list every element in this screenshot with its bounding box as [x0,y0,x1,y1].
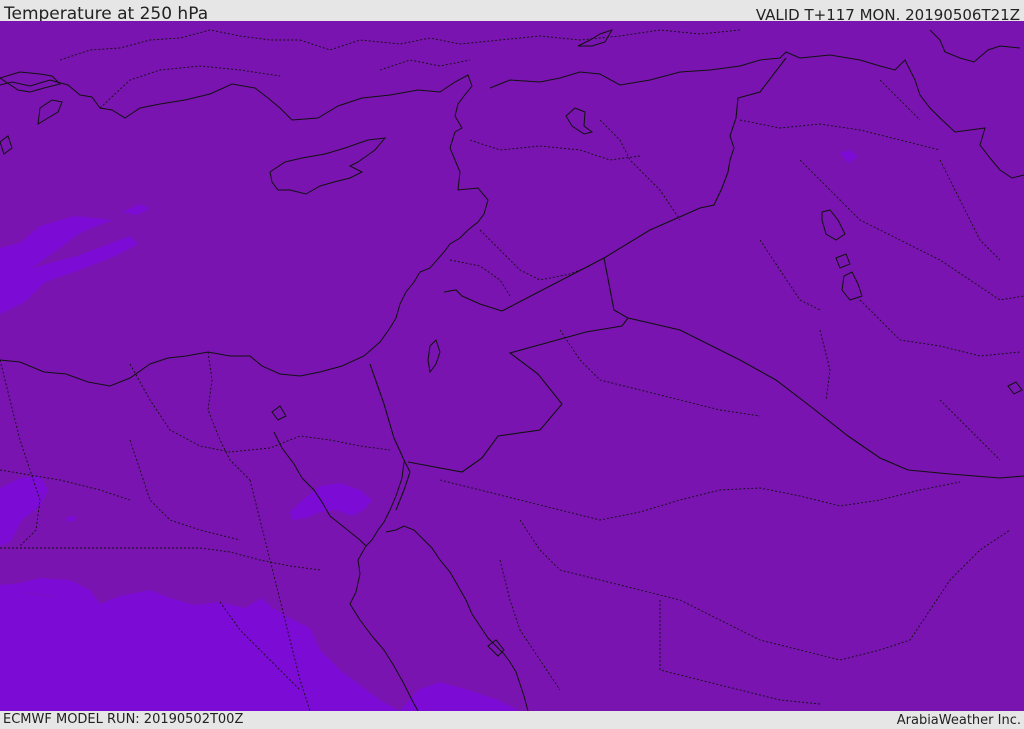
footer-bar: ECMWF MODEL RUN: 20190502T00Z ArabiaWeat… [0,711,1024,729]
model-run-label: ECMWF MODEL RUN: 20190502T00Z [3,712,244,727]
credit-label: ArabiaWeather Inc. [896,713,1021,728]
header-bar: Temperature at 250 hPa VALID T+117 MON. … [0,0,1024,24]
temperature-map-svg [0,21,1024,711]
weather-map [0,21,1024,711]
